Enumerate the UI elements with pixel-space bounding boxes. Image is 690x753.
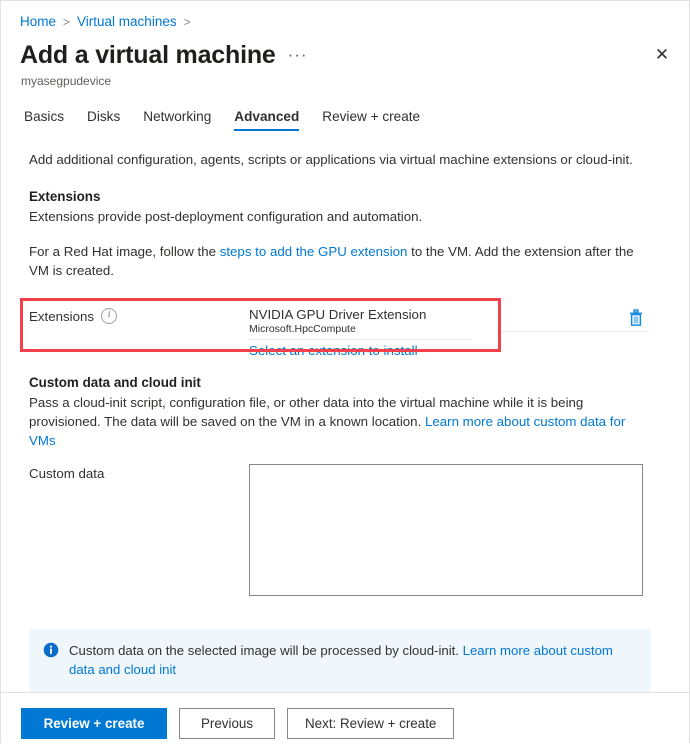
page-title: Add a virtual machine — [20, 41, 276, 69]
breadcrumb-item-virtual-machines[interactable]: Virtual machines — [77, 13, 177, 31]
footer-action-bar: Review + create Previous Next: Review + … — [1, 692, 689, 753]
blade-subtitle: myasegpudevice — [21, 74, 112, 88]
info-filled-icon — [43, 642, 59, 663]
previous-button[interactable]: Previous — [179, 707, 275, 739]
gpu-extension-steps-link[interactable]: steps to add the GPU extension — [220, 244, 408, 259]
breadcrumb-separator-icon-2: > — [183, 15, 191, 29]
selected-extension-name: NVIDIA GPU Driver Extension — [249, 307, 427, 322]
extensions-field-group: Extensions i NVIDIA GPU Driver Extension… — [1, 298, 669, 360]
custom-data-label: Custom data — [29, 466, 105, 481]
tab-advanced[interactable]: Advanced — [234, 109, 299, 131]
extensions-value-area: NVIDIA GPU Driver Extension Microsoft.Hp… — [249, 306, 531, 360]
info-banner-text: Custom data on the selected image will b… — [69, 641, 637, 679]
custom-data-heading: Custom data and cloud init — [29, 375, 201, 390]
trash-icon[interactable] — [626, 308, 646, 328]
next-review-create-button[interactable]: Next: Review + create — [287, 707, 455, 739]
selected-extension-publisher: Microsoft.HpcCompute — [249, 323, 356, 335]
blade-content: Add additional configuration, agents, sc… — [1, 131, 689, 692]
info-icon[interactable]: i — [101, 308, 118, 324]
breadcrumb: Home > Virtual machines > — [1, 1, 689, 31]
custom-data-input[interactable] — [249, 464, 643, 596]
custom-data-description-line2-prefix: The data will be saved on the VM in a kn… — [104, 414, 425, 429]
review-create-button[interactable]: Review + create — [21, 707, 167, 739]
title-row: Add a virtual machine ··· — [1, 31, 689, 70]
more-actions-button[interactable]: ··· — [288, 46, 308, 63]
custom-data-field: Custom data — [1, 450, 669, 596]
redhat-note-prefix: For a Red Hat image, follow the — [29, 244, 220, 259]
intro-text: Add additional configuration, agents, sc… — [29, 152, 633, 167]
close-icon[interactable]: ✕ — [647, 39, 677, 69]
tab-basics[interactable]: Basics — [24, 109, 64, 131]
info-banner-prefix: Custom data on the selected image will b… — [69, 643, 463, 658]
add-virtual-machine-blade: Home > Virtual machines > Add a virtual … — [0, 0, 690, 753]
tab-bar: Basics Disks Networking Advanced Review … — [1, 89, 689, 131]
select-extension-link[interactable]: Select an extension to install — [249, 342, 471, 360]
info-banner: Custom data on the selected image will b… — [29, 629, 651, 692]
extensions-inner-divider — [249, 339, 471, 340]
custom-data-description: Pass a cloud-init script, configuration … — [1, 392, 669, 450]
extensions-label-text: Extensions — [29, 308, 95, 324]
tab-networking[interactable]: Networking — [143, 109, 211, 131]
redhat-note: For a Red Hat image, follow the steps to… — [1, 226, 669, 280]
tab-review-create[interactable]: Review + create — [322, 109, 420, 131]
breadcrumb-separator-icon: > — [63, 15, 71, 29]
extensions-field-label: Extensions i — [1, 306, 249, 324]
breadcrumb-item-home[interactable]: Home — [20, 13, 56, 31]
extensions-description: Extensions provide post-deployment confi… — [29, 209, 423, 224]
tab-disks[interactable]: Disks — [87, 109, 120, 131]
extensions-row: Extensions i NVIDIA GPU Driver Extension… — [1, 298, 669, 360]
extensions-heading: Extensions — [29, 189, 101, 204]
